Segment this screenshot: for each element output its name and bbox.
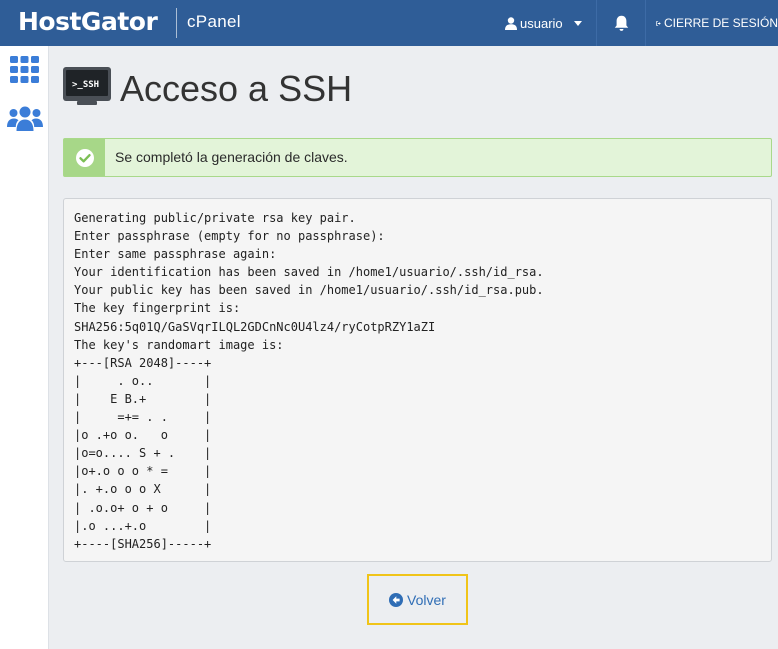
console-line: The key fingerprint is: xyxy=(74,301,241,316)
back-button[interactable]: Volver xyxy=(369,576,466,623)
console-line: +---[RSA 2048]----+ xyxy=(74,355,212,370)
grid-icon xyxy=(10,56,39,83)
console-line: |o .+o o. o | xyxy=(74,428,212,443)
bell-icon xyxy=(614,15,628,31)
alert-icon-box xyxy=(64,139,105,176)
logout-label: CIERRE DE SESIÓN xyxy=(663,16,778,30)
console-line: | . o.. | xyxy=(74,373,212,388)
console-line: +----[SHA256]-----+ xyxy=(74,536,212,551)
ssh-keygen-output: Generating public/private rsa key pair. … xyxy=(63,198,772,562)
console-output-text: Generating public/private rsa key pair. … xyxy=(74,209,544,553)
console-line: Your public key has been saved in /home1… xyxy=(74,283,544,298)
user-icon xyxy=(505,16,517,30)
check-circle-icon xyxy=(75,148,94,167)
notifications-button[interactable] xyxy=(597,0,645,46)
console-line: Enter same passphrase again: xyxy=(74,247,277,262)
back-button-label: Volver xyxy=(407,591,446,608)
console-line: |. +.o o o X | xyxy=(74,482,212,497)
alert-message: Se completó la generación de claves. xyxy=(115,149,348,165)
console-line: SHA256:5q01Q/GaSVqrILQL2GDCnNc0U4lz4/ryC… xyxy=(74,319,436,334)
console-line: The key's randomart image is: xyxy=(74,337,284,352)
logout-icon xyxy=(656,20,661,26)
caret-down-icon xyxy=(573,20,582,26)
console-line: | =+= . . | xyxy=(74,410,212,425)
ssh-icon-text: >_SSH xyxy=(72,80,99,90)
sidebar-item-home[interactable] xyxy=(0,56,49,83)
top-navbar: HostGator cPanel usuario CIERRE DE SESIÓ… xyxy=(0,0,778,46)
console-line: Enter passphrase (empty for no passphras… xyxy=(74,229,385,244)
console-line: Your identification has been saved in /h… xyxy=(74,265,544,280)
console-line: |o=o.... S + . | xyxy=(74,446,212,461)
page-title: Acceso a SSH xyxy=(120,68,353,109)
logout-button[interactable]: CIERRE DE SESIÓN xyxy=(646,0,778,46)
users-icon xyxy=(6,106,43,131)
logo-divider xyxy=(176,8,177,38)
console-line: Generating public/private rsa key pair. xyxy=(74,211,356,225)
console-line: | .o.o+ o + o | xyxy=(74,500,212,515)
sidebar xyxy=(0,46,49,649)
back-button-focus-ring: Volver xyxy=(367,574,468,625)
success-alert: Se completó la generación de claves. xyxy=(63,138,772,177)
product-name: cPanel xyxy=(187,12,241,31)
console-line: |.o ...+.o | xyxy=(74,518,212,533)
console-line: | E B.+ | xyxy=(74,391,212,406)
brand-logo[interactable]: HostGator xyxy=(18,6,158,38)
sidebar-item-users[interactable] xyxy=(0,106,49,131)
username-label: usuario xyxy=(520,15,563,31)
console-line: |o+.o o o * = | xyxy=(74,464,212,479)
ssh-terminal-icon: >_SSH xyxy=(63,67,111,110)
user-menu-button[interactable]: usuario xyxy=(496,0,596,46)
arrow-circle-left-icon xyxy=(389,592,404,607)
